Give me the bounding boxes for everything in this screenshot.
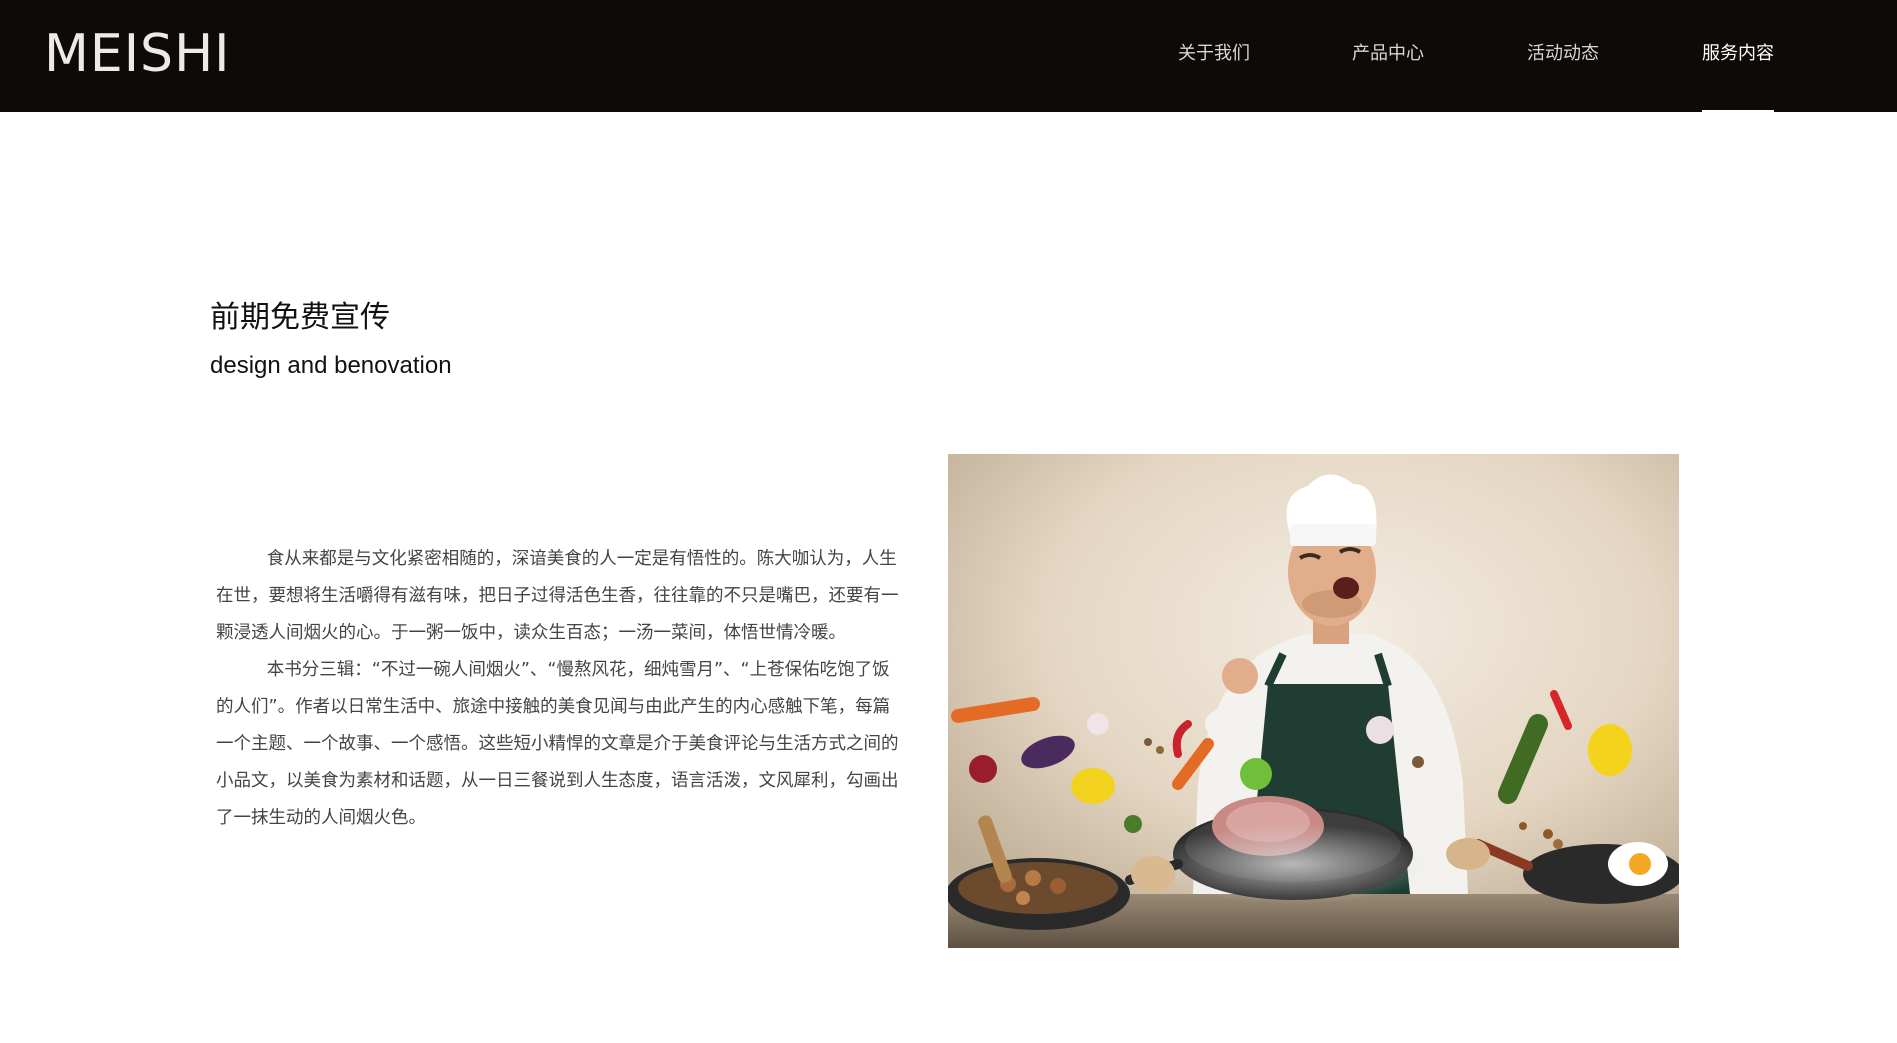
nav-item-activities[interactable]: 活动动态 [1527,0,1599,112]
article-text: 食从来都是与文化紧密相随的，深谙美食的人一定是有悟性的。陈大咖认为，人生在世，要… [216,541,900,837]
section-subtitle: design and benovation [210,352,452,379]
article-paragraph: 本书分三辑：“不过一碗人间烟火”、“慢熬风花，细炖雪月”、“上苍保佑吃饱了饭的人… [216,660,899,828]
section-title: 前期免费宣传 [210,300,390,335]
nav-item-about-us[interactable]: 关于我们 [1178,0,1250,112]
chef-hero-image [948,454,1679,948]
meishi-logo[interactable]: MEISHI [44,24,231,84]
nav-item-services[interactable]: 服务内容 [1702,0,1774,112]
nav-item-products[interactable]: 产品中心 [1352,0,1424,112]
top-navigation-bar: MEISHI 关于我们 产品中心 活动动态 服务内容 [0,0,1897,112]
article-paragraph: 食从来都是与文化紧密相随的，深谙美食的人一定是有悟性的。陈大咖认为，人生在世，要… [216,549,899,643]
